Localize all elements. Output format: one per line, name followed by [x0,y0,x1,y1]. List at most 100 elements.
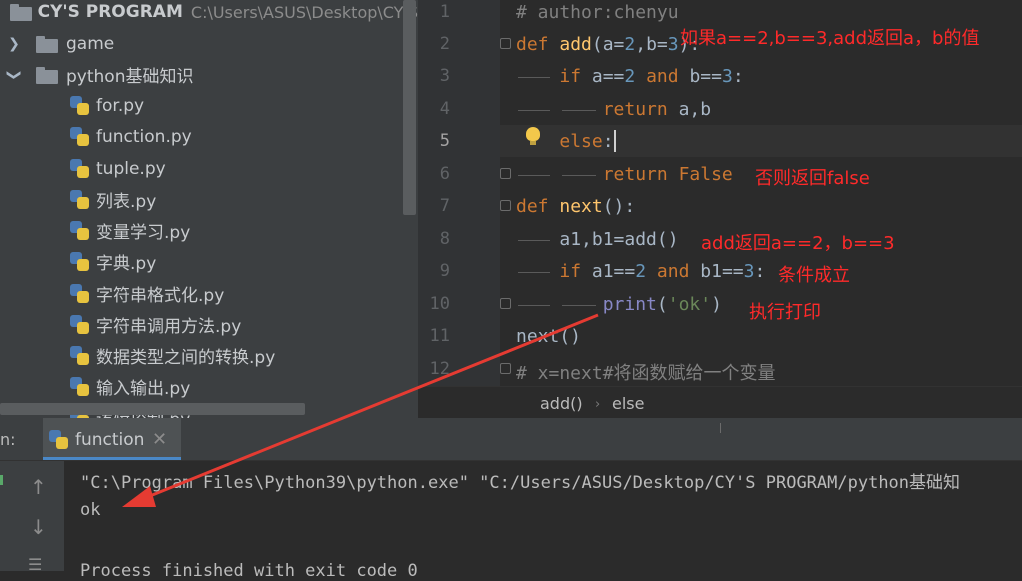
line-number: 3 [439,66,450,86]
tree-file-dict[interactable]: 字典.py [0,246,418,277]
line-number: 11 [429,326,450,346]
code-text: a1== [581,261,636,282]
code-line-3[interactable]: if a==2 and b==3: [516,66,743,87]
number: 2 [635,261,647,282]
tree-file-tuple[interactable]: tuple.py [0,153,418,184]
panel-divider [720,423,721,433]
tree-item-label: 输入输出.py [96,379,191,399]
soft-wrap-icon[interactable]: ☰ [28,555,42,574]
code-line-9[interactable]: if a1==2 and b1==3: [516,261,765,282]
line-number: 1 [439,2,450,22]
number: 3 [743,261,755,282]
tree-file-list[interactable]: 列表.py [0,184,418,215]
tree-item-label: tuple.py [96,158,166,179]
annotation-add-values: add返回a==2，b==3 [701,233,895,254]
python-file-icon [70,283,90,304]
tree-horizontal-scrollbar[interactable] [0,403,305,415]
code-line-12[interactable]: # x=next#将函数赋给一个变量 [516,359,776,385]
code-line-6[interactable]: return False [516,164,733,185]
keyword: def [516,196,549,217]
number: 2 [624,66,636,87]
code-line-4[interactable]: return a,b [516,99,711,120]
tree-file-for[interactable]: for.py [0,90,418,121]
lightbulb-icon[interactable] [526,127,540,141]
keyword: return [602,99,668,120]
chevron-down-icon[interactable]: ❯ [6,67,22,83]
python-file-icon [70,314,90,335]
fold-marker[interactable] [500,298,511,309]
chevron-right-icon[interactable]: ❯ [6,36,22,52]
keyword: and [635,66,679,87]
close-icon[interactable]: ✕ [152,429,167,450]
code-text: b1== [689,261,744,282]
python-file-icon [70,251,90,272]
line-number: 4 [439,99,450,119]
project-folder-icon [10,4,32,21]
tree-file-string-format[interactable]: 字符串格式化.py [0,278,418,309]
rerun-indicator [0,475,3,485]
arrow-down-icon[interactable]: ↓ [30,515,47,539]
tree-item-label: 变量学习.py [96,223,191,243]
tree-item-label: 字符串格式化.py [96,286,225,306]
comment: # author:chenyu [516,2,679,23]
line-number: 9 [439,261,450,281]
line-number: 2 [439,34,450,54]
keyword: else [559,131,603,152]
string: 'ok' [667,294,712,315]
function-name: next [559,196,603,217]
annotation-condition: 条件成立 [778,265,850,286]
run-tab-label: function [75,430,145,450]
annotation-else-false: 否则返回false [755,168,870,189]
code-line-8[interactable]: a1,b1=add() [516,229,678,250]
tree-file-function[interactable]: function.py [0,121,418,152]
line-number: 8 [439,229,450,249]
code-text: b== [678,66,722,87]
chevron-right-icon: › [595,397,601,412]
fold-marker[interactable] [500,363,511,374]
code-line-2[interactable]: def add(a=2,b=3): [516,34,700,55]
tree-item-label: 数据类型之间的转换.py [96,348,276,368]
tree-vertical-scrollbar[interactable] [403,0,416,215]
editor-area[interactable] [418,0,1022,386]
function-name: add [559,34,592,55]
python-file-icon [70,220,90,241]
lightbulb-base [530,141,536,145]
keyword: False [667,164,733,185]
code-text: (a= [591,34,625,55]
tree-folder-game[interactable]: ❯ game [0,28,411,59]
folder-icon [36,66,58,84]
tree-file-type-conversion[interactable]: 数据类型之间的转换.py [0,340,418,371]
code-text: ( [656,294,668,315]
line-number-current: 5 [439,131,450,151]
tree-item-label: for.py [96,95,145,116]
project-header[interactable]: CY'S PROGRAM C:\Users\ASUS\Desktop\CY'S [0,0,418,24]
code-text: next() [516,326,582,347]
keyword: return [602,164,668,185]
code-text: ,b= [635,34,668,55]
code-line-11[interactable]: next() [516,326,581,347]
line-number: 10 [429,294,450,314]
tree-item-label: function.py [96,126,192,147]
python-file-icon [70,95,90,116]
python-file-icon [70,158,90,179]
tree-folder-python-basics[interactable]: ❯ python基础知识 [0,59,411,90]
breadcrumb-item[interactable]: add() [540,394,583,413]
fold-marker[interactable] [500,38,511,49]
text-caret [614,130,616,152]
tree-file-io[interactable]: 输入输出.py [0,371,418,402]
python-file-icon [70,345,90,366]
code-line-1[interactable]: # author:chenyu [516,2,679,23]
fold-marker[interactable] [500,168,511,179]
keyword: and [646,261,690,282]
tree-file-variables[interactable]: 变量学习.py [0,215,418,246]
breadcrumb: add() › else [418,386,1022,419]
code-line-7[interactable]: def next(): [516,196,635,217]
console-command-line: "C:\Program Files\Python39\python.exe" "… [80,473,961,493]
code-line-10[interactable]: print('ok') [516,294,722,315]
breadcrumb-item[interactable]: else [612,394,644,413]
arrow-up-icon[interactable]: ↑ [30,475,47,499]
annotation-print: 执行打印 [749,302,821,323]
fold-marker[interactable] [500,200,511,211]
line-number: 6 [439,164,450,184]
tree-file-string-methods[interactable]: 字符串调用方法.py [0,309,418,340]
